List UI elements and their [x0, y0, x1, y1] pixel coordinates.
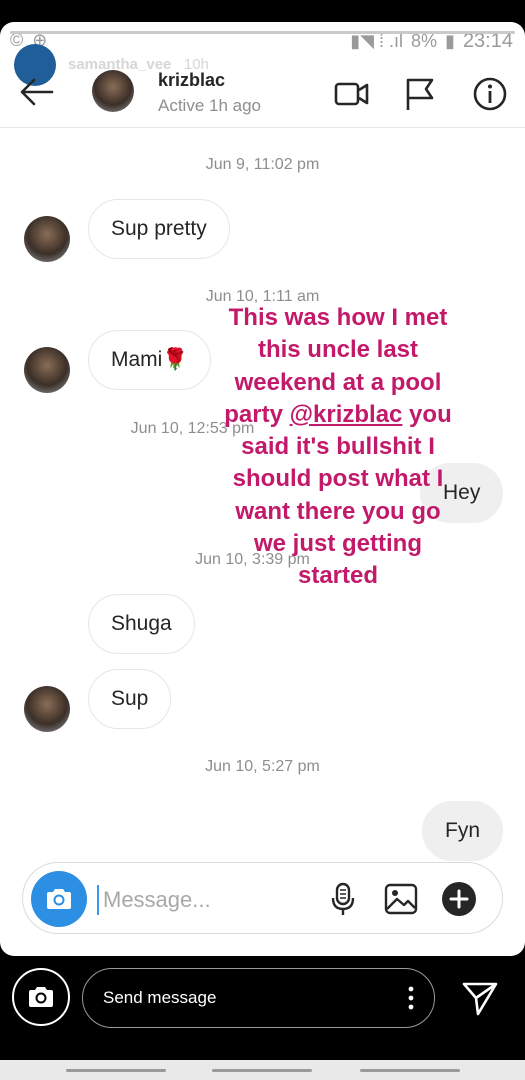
gallery-icon[interactable]: [383, 881, 419, 917]
nav-handle[interactable]: [360, 1069, 460, 1072]
story-progress-bar: [10, 31, 515, 34]
battery-percent: 8%: [411, 31, 438, 51]
sent-message[interactable]: Fyn: [422, 801, 504, 861]
camera-button[interactable]: [31, 871, 87, 927]
battery-icon: ▮: [445, 31, 455, 51]
caption-text-end: you said it's bullshit I should post wha…: [232, 400, 452, 590]
message-composer: [22, 862, 503, 934]
contact-avatar[interactable]: [92, 70, 134, 112]
message-input[interactable]: [97, 885, 317, 915]
add-icon[interactable]: [441, 881, 477, 917]
info-icon[interactable]: [470, 74, 510, 114]
contact-status: Active 1h ago: [158, 96, 262, 115]
flag-icon[interactable]: [400, 74, 440, 114]
screen: © ⊕ ▮◥ ⁞ .ıl 8% ▮ 23:14 samantha_vee 10h…: [0, 0, 525, 1080]
camera-icon: [29, 987, 53, 1007]
microphone-icon[interactable]: [325, 881, 361, 917]
sender-avatar[interactable]: [24, 347, 70, 393]
received-message[interactable]: Mami🌹: [88, 330, 212, 390]
video-call-icon[interactable]: [332, 74, 372, 114]
signal-icon: ▮◥ ⁞ .ıl: [350, 31, 404, 51]
sender-avatar[interactable]: [24, 686, 70, 732]
message-timestamp: Jun 9, 11:02 pm: [205, 156, 320, 173]
caption-mention[interactable]: @krizblac: [290, 401, 403, 428]
message-timestamp: Jun 10, 5:27 pm: [205, 758, 320, 775]
more-options-icon[interactable]: [406, 983, 416, 1013]
sender-avatar[interactable]: [24, 216, 70, 262]
received-message[interactable]: Shuga: [88, 594, 195, 654]
story-camera-button[interactable]: [12, 968, 70, 1026]
nav-handle[interactable]: [66, 1069, 166, 1072]
send-icon[interactable]: [458, 976, 502, 1020]
contact-name[interactable]: krizblac: [158, 70, 225, 91]
chat-header: krizblac Active 1h ago: [0, 60, 525, 128]
received-message[interactable]: Sup: [88, 669, 172, 729]
send-message-label: Send message: [103, 988, 217, 1007]
story-progress-fill: [10, 31, 515, 34]
nav-handle[interactable]: [212, 1069, 312, 1072]
story-caption: This was how I met this uncle last weeke…: [222, 302, 454, 593]
camera-icon: [47, 889, 71, 909]
back-arrow-icon[interactable]: [16, 72, 56, 112]
send-message-field[interactable]: Send message: [82, 968, 435, 1028]
system-nav-bar: [0, 1060, 525, 1080]
received-message[interactable]: Sup pretty: [88, 199, 230, 259]
